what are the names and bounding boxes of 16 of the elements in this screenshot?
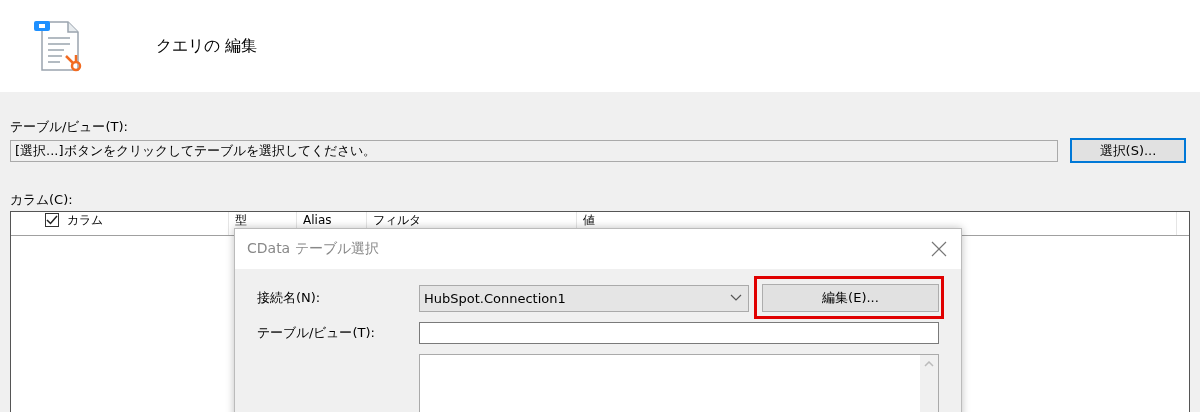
table-list[interactable] — [419, 354, 939, 412]
dialog-title: CData テーブル選択 — [247, 240, 379, 258]
chevron-down-icon — [730, 294, 742, 302]
window-title: クエリの 編集 — [156, 35, 258, 57]
checkbox[interactable] — [45, 213, 59, 227]
column-header[interactable]: カラム — [11, 212, 229, 235]
field-label: テーブル/ビュー(T): — [256, 324, 376, 342]
close-icon[interactable] — [931, 241, 947, 257]
field-label: テーブル/ビュー(T): — [10, 118, 128, 136]
select-button[interactable]: 選択(S)... — [1070, 138, 1186, 163]
connection-dropdown[interactable]: HubSpot.Connection1 — [419, 284, 749, 312]
field-label: 接続名(N): — [256, 289, 322, 307]
table-input[interactable] — [419, 322, 939, 344]
edit-button[interactable]: 編集(E)... — [762, 284, 939, 312]
table-field[interactable]: [選択...]ボタンをクリックしてテーブルを選択してください。 — [10, 139, 1058, 162]
field-label: カラム(C): — [10, 191, 73, 209]
